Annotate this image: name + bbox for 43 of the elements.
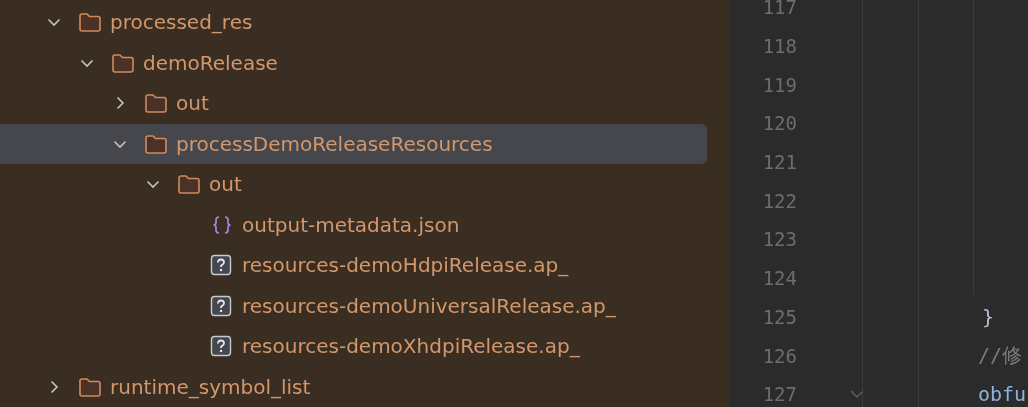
folder-icon <box>144 133 168 154</box>
file-name: processed_res <box>110 10 253 35</box>
tree-item[interactable]: resources-demoXhdpiRelease.ap_ <box>0 326 707 367</box>
folder-icon <box>78 376 102 397</box>
line-number: 120 <box>761 112 797 135</box>
file-name: resources-demoUniversalRelease.ap_ <box>242 293 616 318</box>
question-file-icon <box>210 254 232 277</box>
tree-item[interactable]: demoRelease <box>0 42 707 83</box>
line-number: 123 <box>761 228 797 251</box>
code-text: obfu <box>978 382 1027 407</box>
file-name: runtime_symbol_list <box>110 374 311 399</box>
file-name: resources-demoXhdpiRelease.ap_ <box>242 334 580 359</box>
file-name: out <box>209 172 242 197</box>
line-number: 118 <box>761 35 797 58</box>
line-number: 124 <box>761 267 797 290</box>
tree-item[interactable]: runtime_symbol_list <box>0 366 707 407</box>
file-name: processDemoReleaseResources <box>176 131 493 156</box>
line-number: 126 <box>761 344 797 367</box>
line-number: 125 <box>761 305 797 328</box>
tree-item[interactable]: resources-demoUniversalRelease.ap_ <box>0 285 707 326</box>
file-name: out <box>176 91 209 116</box>
line-number: 122 <box>761 189 797 212</box>
tree-item[interactable]: output-metadata.json <box>0 204 707 245</box>
file-name: resources-demoHdpiRelease.ap_ <box>242 253 569 278</box>
code-text: //修 <box>978 342 1023 370</box>
tree-item[interactable]: processDemoReleaseResources <box>0 123 707 164</box>
file-name: demoRelease <box>143 50 278 75</box>
tree-item[interactable]: processed_res <box>0 2 707 43</box>
line-number: 119 <box>761 73 797 96</box>
code-text: } <box>982 304 995 329</box>
tree-item[interactable]: out <box>0 83 707 124</box>
folder-icon <box>144 93 168 114</box>
tree-item[interactable]: resources-demoHdpiRelease.ap_ <box>0 245 707 286</box>
question-file-icon <box>210 294 232 317</box>
folder-icon <box>111 52 135 73</box>
folder-icon <box>78 12 102 33</box>
tree-item[interactable]: out <box>0 164 707 205</box>
folder-icon <box>177 174 201 195</box>
file-name: output-metadata.json <box>242 212 460 237</box>
line-number: 127 <box>761 383 797 406</box>
line-number: 121 <box>761 151 797 174</box>
line-number: 117 <box>761 0 797 19</box>
question-file-icon <box>210 335 232 358</box>
